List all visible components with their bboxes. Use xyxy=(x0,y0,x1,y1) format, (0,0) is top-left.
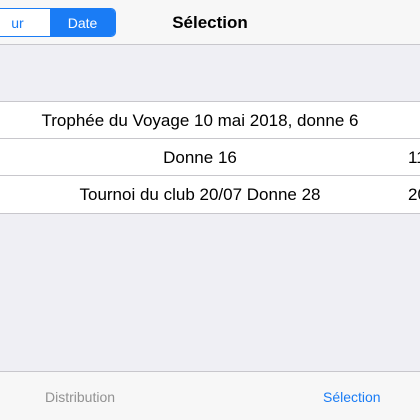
list-item-title: Tournoi du club 20/07 Donne 28 xyxy=(79,184,321,204)
tab-selection[interactable]: Sélection xyxy=(323,372,381,420)
list-item-title: Donne 16 xyxy=(163,147,237,167)
list-item[interactable]: Donne 16 11 xyxy=(0,139,420,176)
segment-sort-date[interactable]: Date xyxy=(50,9,115,36)
tab-selection-label: Sélection xyxy=(323,388,381,405)
tab-bar: Distribution Sélection xyxy=(0,371,420,420)
segment-sort-date-label: Date xyxy=(67,14,98,31)
tab-distribution[interactable]: Distribution xyxy=(45,372,115,420)
list-item[interactable]: Tournoi du club 20/07 Donne 28 20 xyxy=(0,176,420,213)
list-item-detail: 11 xyxy=(408,147,420,167)
tab-distribution-label: Distribution xyxy=(45,388,116,405)
segment-sort-other-label: ur xyxy=(11,14,24,31)
deal-list: Trophée du Voyage 10 mai 2018, donne 6 D… xyxy=(0,101,420,214)
list-item-detail: 20 xyxy=(408,184,420,204)
segment-sort-other[interactable]: ur xyxy=(0,9,50,36)
list-item[interactable]: Trophée du Voyage 10 mai 2018, donne 6 xyxy=(0,102,420,139)
sort-segmented-control: ur Date xyxy=(0,8,116,37)
list-item-title: Trophée du Voyage 10 mai 2018, donne 6 xyxy=(41,110,359,130)
navigation-bar: ur Date Sélection xyxy=(0,0,420,45)
